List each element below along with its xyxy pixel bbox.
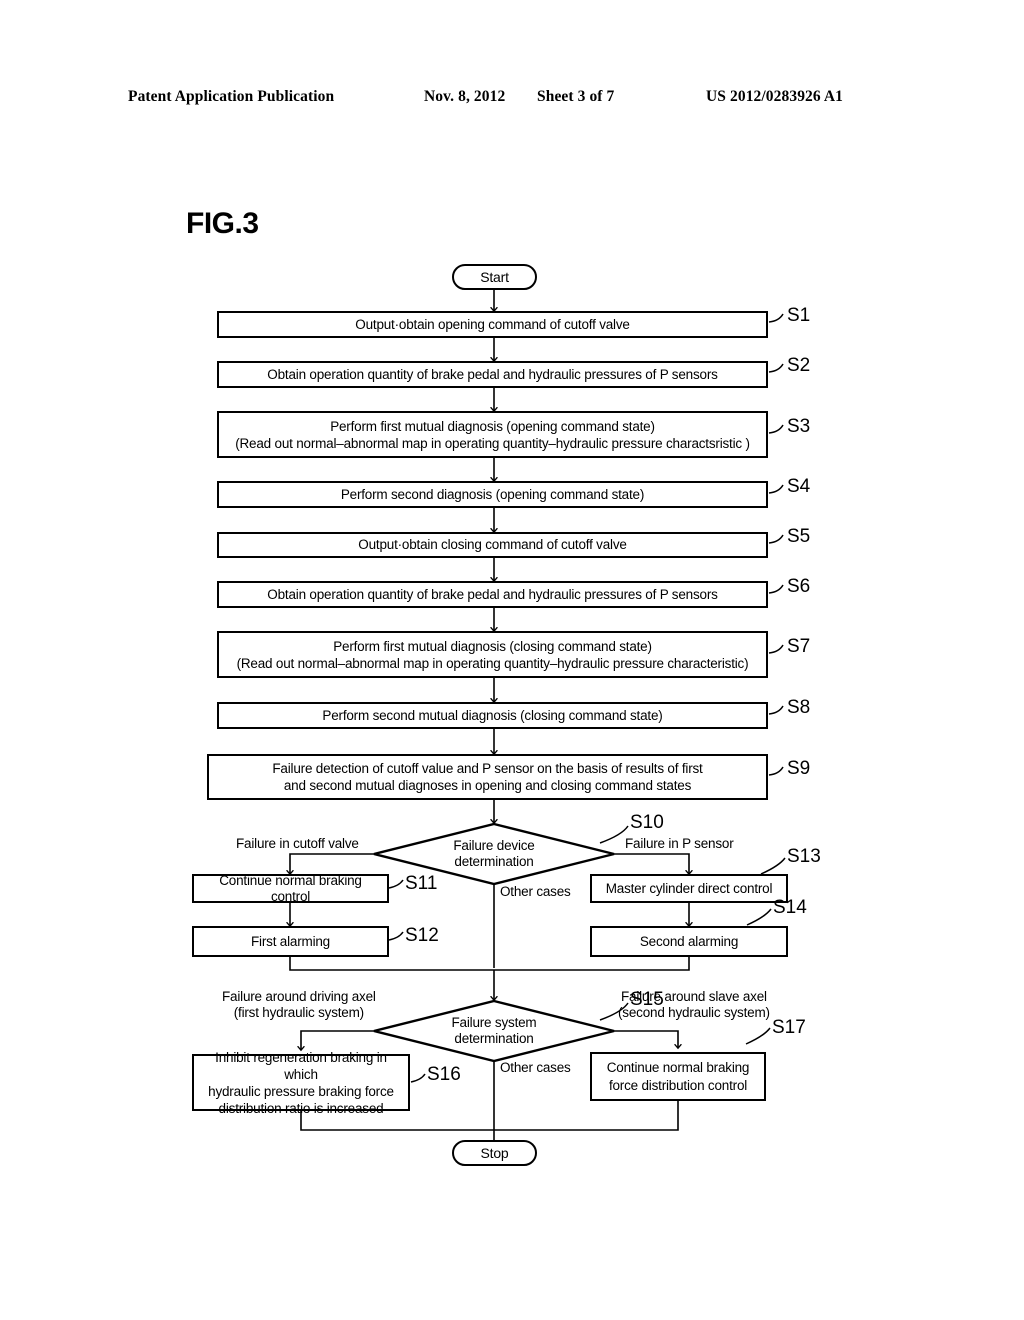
step-s3-line1: Perform first mutual diagnosis (opening … (330, 418, 655, 434)
branch-label-s15-other: Other cases (500, 1060, 571, 1075)
branch-label-s15-right-line2: (second hydraulic system) (618, 1005, 770, 1020)
step-s9-line2: and second mutual diagnoses in opening a… (283, 778, 692, 793)
start-terminal[interactable]: Start (452, 264, 537, 290)
step-s11-text: Continue normal braking control (219, 872, 362, 904)
step-s4-box[interactable]: Perform second diagnosis (opening comman… (217, 481, 768, 508)
step-s16-line1: Inhibit regeneration braking in which (215, 1049, 387, 1082)
step-s16-line2: hydraulic pressure braking force (208, 1083, 394, 1099)
step-s12-text: First alarming (251, 933, 330, 949)
step-s6-text: Obtain operation quantity of brake pedal… (267, 586, 718, 602)
step-s16-line3: distribution ratio is increased (218, 1100, 384, 1116)
start-label: Start (480, 269, 509, 285)
header-sheet: Sheet 3 of 7 (537, 88, 615, 105)
header-date: Nov. 8, 2012 (424, 88, 506, 105)
step-s17-box[interactable]: Continue normal braking force distributi… (590, 1052, 766, 1101)
step-s3-line2: (Read out normal–abnormal map in operati… (235, 435, 750, 451)
step-ref-s9: S9 (787, 758, 811, 779)
step-ref-s11: S11 (405, 873, 438, 894)
step-ref-s14: S14 (773, 897, 807, 918)
step-s7-line2: (Read out normal–abnormal map in operati… (236, 655, 749, 671)
step-s1-text: Output·obtain opening command of cutoff … (355, 316, 630, 332)
step-s1-box[interactable]: Output·obtain opening command of cutoff … (217, 311, 768, 338)
step-s13-text: Master cylinder direct control (605, 880, 773, 896)
step-s5-box[interactable]: Output·obtain closing command of cutoff … (217, 532, 768, 558)
branch-label-s10-other: Other cases (500, 884, 571, 899)
step-s11-box[interactable]: Continue normal braking control (192, 872, 389, 904)
step-s10-line1: Failure device (453, 838, 535, 853)
step-s16-box[interactable]: Inhibit regeneration braking in which hy… (192, 1050, 410, 1116)
step-ref-s12: S12 (405, 925, 439, 946)
branch-label-s15-right: Failure around slave axel (second hydrau… (618, 989, 770, 1021)
step-ref-s16: S16 (427, 1064, 461, 1085)
step-s4-text: Perform second diagnosis (opening comman… (340, 486, 645, 502)
step-s8-box[interactable]: Perform second mutual diagnosis (closing… (217, 702, 768, 729)
branch-label-s15-left-line1: Failure around driving axel (222, 989, 376, 1004)
step-ref-s4: S4 (787, 476, 811, 497)
stop-label: Stop (480, 1145, 509, 1161)
header-patent-number: US 2012/0283926 A1 (706, 88, 844, 105)
step-ref-s3: S3 (787, 416, 811, 437)
step-s15-decision[interactable]: Failure system determination (374, 1001, 614, 1061)
step-s9-line1: Failure detection of cutoff value and P … (272, 761, 703, 776)
step-s7-box[interactable]: Perform first mutual diagnosis (closing … (217, 631, 768, 678)
step-s8-text: Perform second mutual diagnosis (closing… (322, 707, 663, 723)
step-s10-line2: determination (454, 854, 534, 869)
step-s5-text: Output·obtain closing command of cutoff … (358, 537, 627, 552)
step-ref-s5: S5 (787, 526, 811, 547)
step-ref-s7: S7 (787, 636, 811, 657)
branch-label-s10-left: Failure in cutoff valve (236, 836, 359, 851)
step-ref-s1: S1 (787, 305, 811, 326)
stop-terminal[interactable]: Stop (452, 1140, 537, 1166)
step-ref-s6: S6 (787, 576, 811, 597)
step-s2-text: Obtain operation quantity of brake pedal… (267, 366, 718, 382)
step-ref-s8: S8 (787, 697, 811, 718)
step-ref-s13: S13 (787, 846, 821, 867)
step-ref-s17: S17 (772, 1017, 806, 1038)
step-ref-s2: S2 (787, 355, 811, 376)
step-s13-box[interactable]: Master cylinder direct control (590, 874, 788, 903)
step-s15-line1: Failure system (451, 1015, 537, 1030)
step-s7-line1: Perform first mutual diagnosis (closing … (333, 638, 652, 654)
step-s3-box[interactable]: Perform first mutual diagnosis (opening … (217, 411, 768, 458)
step-s9-box[interactable]: Failure detection of cutoff value and P … (207, 754, 768, 800)
step-s15-line2: determination (454, 1031, 534, 1046)
figure-label: FIG.3 (186, 207, 259, 240)
patent-header: Patent Application Publication Nov. 8, 2… (0, 88, 1024, 110)
step-s17-line1: Continue normal braking (606, 1059, 750, 1075)
step-s14-box[interactable]: Second alarming (590, 926, 788, 957)
step-s17-line2: force distribution control (608, 1077, 748, 1093)
header-publication: Patent Application Publication (128, 88, 335, 105)
step-s2-box[interactable]: Obtain operation quantity of brake pedal… (217, 361, 768, 388)
branch-label-s15-left: Failure around driving axel (first hydra… (222, 989, 376, 1021)
step-s6-box[interactable]: Obtain operation quantity of brake pedal… (217, 581, 768, 608)
step-ref-s10: S10 (630, 812, 664, 833)
branch-label-s10-right: Failure in P sensor (625, 836, 734, 851)
branch-label-s15-left-line2: (first hydraulic system) (233, 1005, 364, 1020)
branch-label-s15-right-line1: Failure around slave axel (620, 989, 767, 1004)
step-s12-box[interactable]: First alarming (192, 926, 389, 957)
step-s14-text: Second alarming (639, 933, 739, 949)
patent-figure-page: Patent Application Publication Nov. 8, 2… (0, 0, 1024, 1320)
